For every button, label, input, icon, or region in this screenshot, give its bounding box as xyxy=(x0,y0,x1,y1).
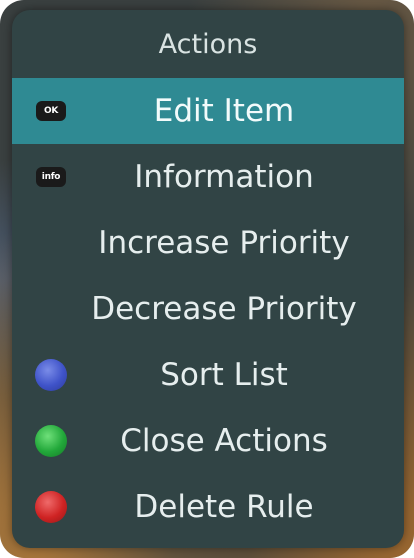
menu-item-label: Sort List xyxy=(160,357,288,393)
screen-background: Actions OK Edit Item info Information In… xyxy=(0,0,414,558)
menu-title: Actions xyxy=(158,28,258,60)
menu-item-information[interactable]: info Information xyxy=(12,144,404,210)
menu-item-delete-rule[interactable]: Delete Rule xyxy=(12,474,404,540)
menu-item-label: Information xyxy=(134,159,314,195)
menu-item-close-actions[interactable]: Close Actions xyxy=(12,408,404,474)
menu-item-label: Decrease Priority xyxy=(91,291,357,327)
menu-item-decrease-priority[interactable]: Decrease Priority xyxy=(12,276,404,342)
menu-item-label: Close Actions xyxy=(120,423,328,459)
actions-menu: Actions OK Edit Item info Information In… xyxy=(12,10,404,548)
menu-item-label: Increase Priority xyxy=(98,225,350,261)
menu-item-increase-priority[interactable]: Increase Priority xyxy=(12,210,404,276)
menu-item-edit-item[interactable]: OK Edit Item xyxy=(12,78,404,144)
menu-item-sort-list[interactable]: Sort List xyxy=(12,342,404,408)
menu-item-label: Edit Item xyxy=(153,93,295,129)
menu-item-label: Delete Rule xyxy=(134,489,314,525)
